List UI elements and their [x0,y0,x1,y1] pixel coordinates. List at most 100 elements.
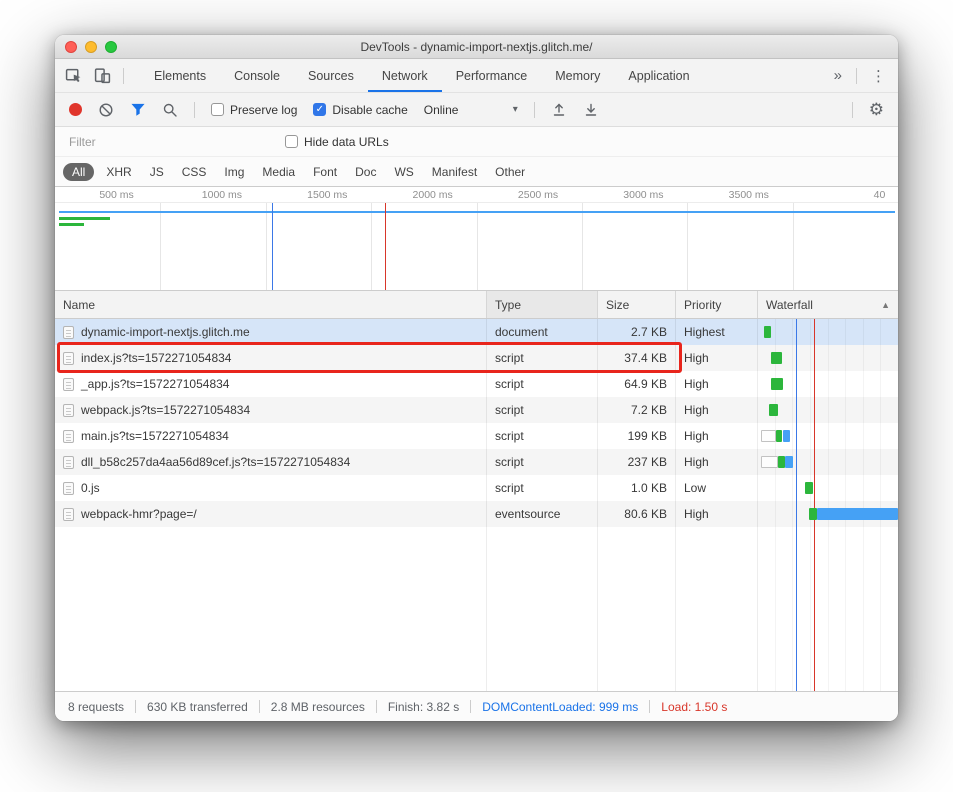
request-name-cell[interactable]: main.js?ts=1572271054834 [55,423,486,449]
timeline-overview[interactable]: 500 ms1000 ms1500 ms2000 ms2500 ms3000 m… [55,187,898,291]
tab-application[interactable]: Application [614,59,703,92]
disable-cache-group[interactable]: ✓ Disable cache [313,103,407,117]
status-load: Load: 1.50 s [661,700,727,714]
request-priority: High [684,377,709,391]
column-header-name[interactable]: Name [55,291,486,318]
timeline-tick: 40 [874,189,886,201]
request-name-cell[interactable]: 0.js [55,475,486,501]
sort-asc-icon[interactable]: ▲ [881,300,890,310]
timeline-band[interactable] [55,203,898,290]
devtools-window: DevTools - dynamic-import-nextjs.glitch.… [55,35,898,721]
waterfall-bar-green [764,326,771,338]
close-button[interactable] [65,41,77,53]
request-type-cell: document [486,319,597,345]
request-row[interactable]: main.js?ts=1572271054834script199 KBHigh [55,423,898,449]
main-menu-icon[interactable]: ⋮ [871,67,886,85]
clear-icon[interactable] [98,102,114,118]
request-name-cell[interactable]: webpack.js?ts=1572271054834 [55,397,486,423]
tab-elements[interactable]: Elements [140,59,220,92]
device-toolbar-icon[interactable] [94,67,111,84]
timeline-tick: 500 ms [99,189,133,201]
waterfall-gridline [775,319,776,691]
tab-memory[interactable]: Memory [541,59,614,92]
hide-data-urls-checkbox[interactable]: ✓ [285,135,298,148]
request-size: 2.7 KB [631,325,667,339]
fullscreen-button[interactable] [105,41,117,53]
request-name-cell[interactable]: dll_b58c257da4aa56d89cef.js?ts=157227105… [55,449,486,475]
settings-gear-icon[interactable]: ⚙ [869,101,884,118]
request-name-cell[interactable]: _app.js?ts=1572271054834 [55,371,486,397]
record-button[interactable] [69,103,82,116]
column-label: Type [495,298,521,312]
timeline-tick: 1500 ms [307,189,347,201]
type-filter-js[interactable]: JS [141,163,173,181]
column-header-type[interactable]: Type [486,291,597,318]
request-row[interactable]: webpack.js?ts=1572271054834script7.2 KBH… [55,397,898,423]
waterfall-bar-green [778,456,785,468]
more-tabs-icon[interactable]: » [834,67,842,84]
request-priority-cell: Highest [675,319,757,345]
hide-data-urls-group[interactable]: ✓ Hide data URLs [285,135,389,149]
request-type-cell: eventsource [486,501,597,527]
type-filter-doc[interactable]: Doc [346,163,385,181]
divider [649,700,650,713]
request-row[interactable]: webpack-hmr?page=/eventsource80.6 KBHigh [55,501,898,527]
preserve-log-checkbox[interactable]: ✓ [211,103,224,116]
tab-network[interactable]: Network [368,59,442,92]
check-icon: ✓ [316,105,324,115]
request-size: 1.0 KB [631,481,667,495]
inspect-element-icon[interactable] [65,67,82,84]
waterfall-bar-green [771,378,783,390]
column-header-waterfall[interactable]: Waterfall ▲ [757,291,898,318]
minimize-button[interactable] [85,41,97,53]
request-priority-cell: High [675,423,757,449]
type-filter-img[interactable]: Img [215,163,253,181]
filter-input[interactable] [69,135,259,149]
import-har-icon[interactable] [551,102,567,118]
type-filter-font[interactable]: Font [304,163,346,181]
tab-console[interactable]: Console [220,59,294,92]
type-filter-manifest[interactable]: Manifest [423,163,486,181]
column-label: Size [606,298,629,312]
request-row[interactable]: index.js?ts=1572271054834script37.4 KBHi… [55,345,898,371]
request-name-cell[interactable]: dynamic-import-nextjs.glitch.me [55,319,486,345]
type-filter-bar: AllXHRJSCSSImgMediaFontDocWSManifestOthe… [55,157,898,187]
column-header-priority[interactable]: Priority [675,291,757,318]
preserve-log-group[interactable]: ✓ Preserve log [211,103,297,117]
status-domcontentloaded: DOMContentLoaded: 999 ms [482,700,638,714]
waterfall-bar-blue [817,508,898,520]
filler-cell [486,527,597,691]
tab-sources[interactable]: Sources [294,59,368,92]
request-name-cell[interactable]: index.js?ts=1572271054834 [55,345,486,371]
disable-cache-checkbox[interactable]: ✓ [313,103,326,116]
filter-bar: ✓ Hide data URLs [55,127,898,157]
request-name-cell[interactable]: webpack-hmr?page=/ [55,501,486,527]
request-name: webpack.js?ts=1572271054834 [81,403,250,417]
type-filter-other[interactable]: Other [486,163,534,181]
filler-cell [675,527,757,691]
type-filter-css[interactable]: CSS [173,163,216,181]
filter-funnel-icon[interactable] [130,102,146,117]
request-priority-cell: High [675,371,757,397]
type-filter-all[interactable]: All [63,163,94,181]
request-size-cell: 237 KB [597,449,675,475]
column-header-size[interactable]: Size [597,291,675,318]
request-row[interactable]: _app.js?ts=1572271054834script64.9 KBHig… [55,371,898,397]
divider [470,700,471,713]
search-icon[interactable] [162,102,178,118]
waterfall-gridline [845,319,846,691]
timeline-gridline [477,203,478,290]
request-size: 7.2 KB [631,403,667,417]
throttling-dropdown[interactable]: Online ▾ [424,103,518,117]
request-row[interactable]: 0.jsscript1.0 KBLow [55,475,898,501]
tabbar-left-icons [55,59,134,92]
export-har-icon[interactable] [583,102,599,118]
type-filter-ws[interactable]: WS [385,163,422,181]
waterfall-bar-blue [785,456,793,468]
type-filter-media[interactable]: Media [253,163,304,181]
request-row[interactable]: dll_b58c257da4aa56d89cef.js?ts=157227105… [55,449,898,475]
type-filter-xhr[interactable]: XHR [97,163,140,181]
requests-body: dynamic-import-nextjs.glitch.medocument 2… [55,319,898,691]
request-row[interactable]: dynamic-import-nextjs.glitch.medocument 2… [55,319,898,345]
tab-performance[interactable]: Performance [442,59,542,92]
